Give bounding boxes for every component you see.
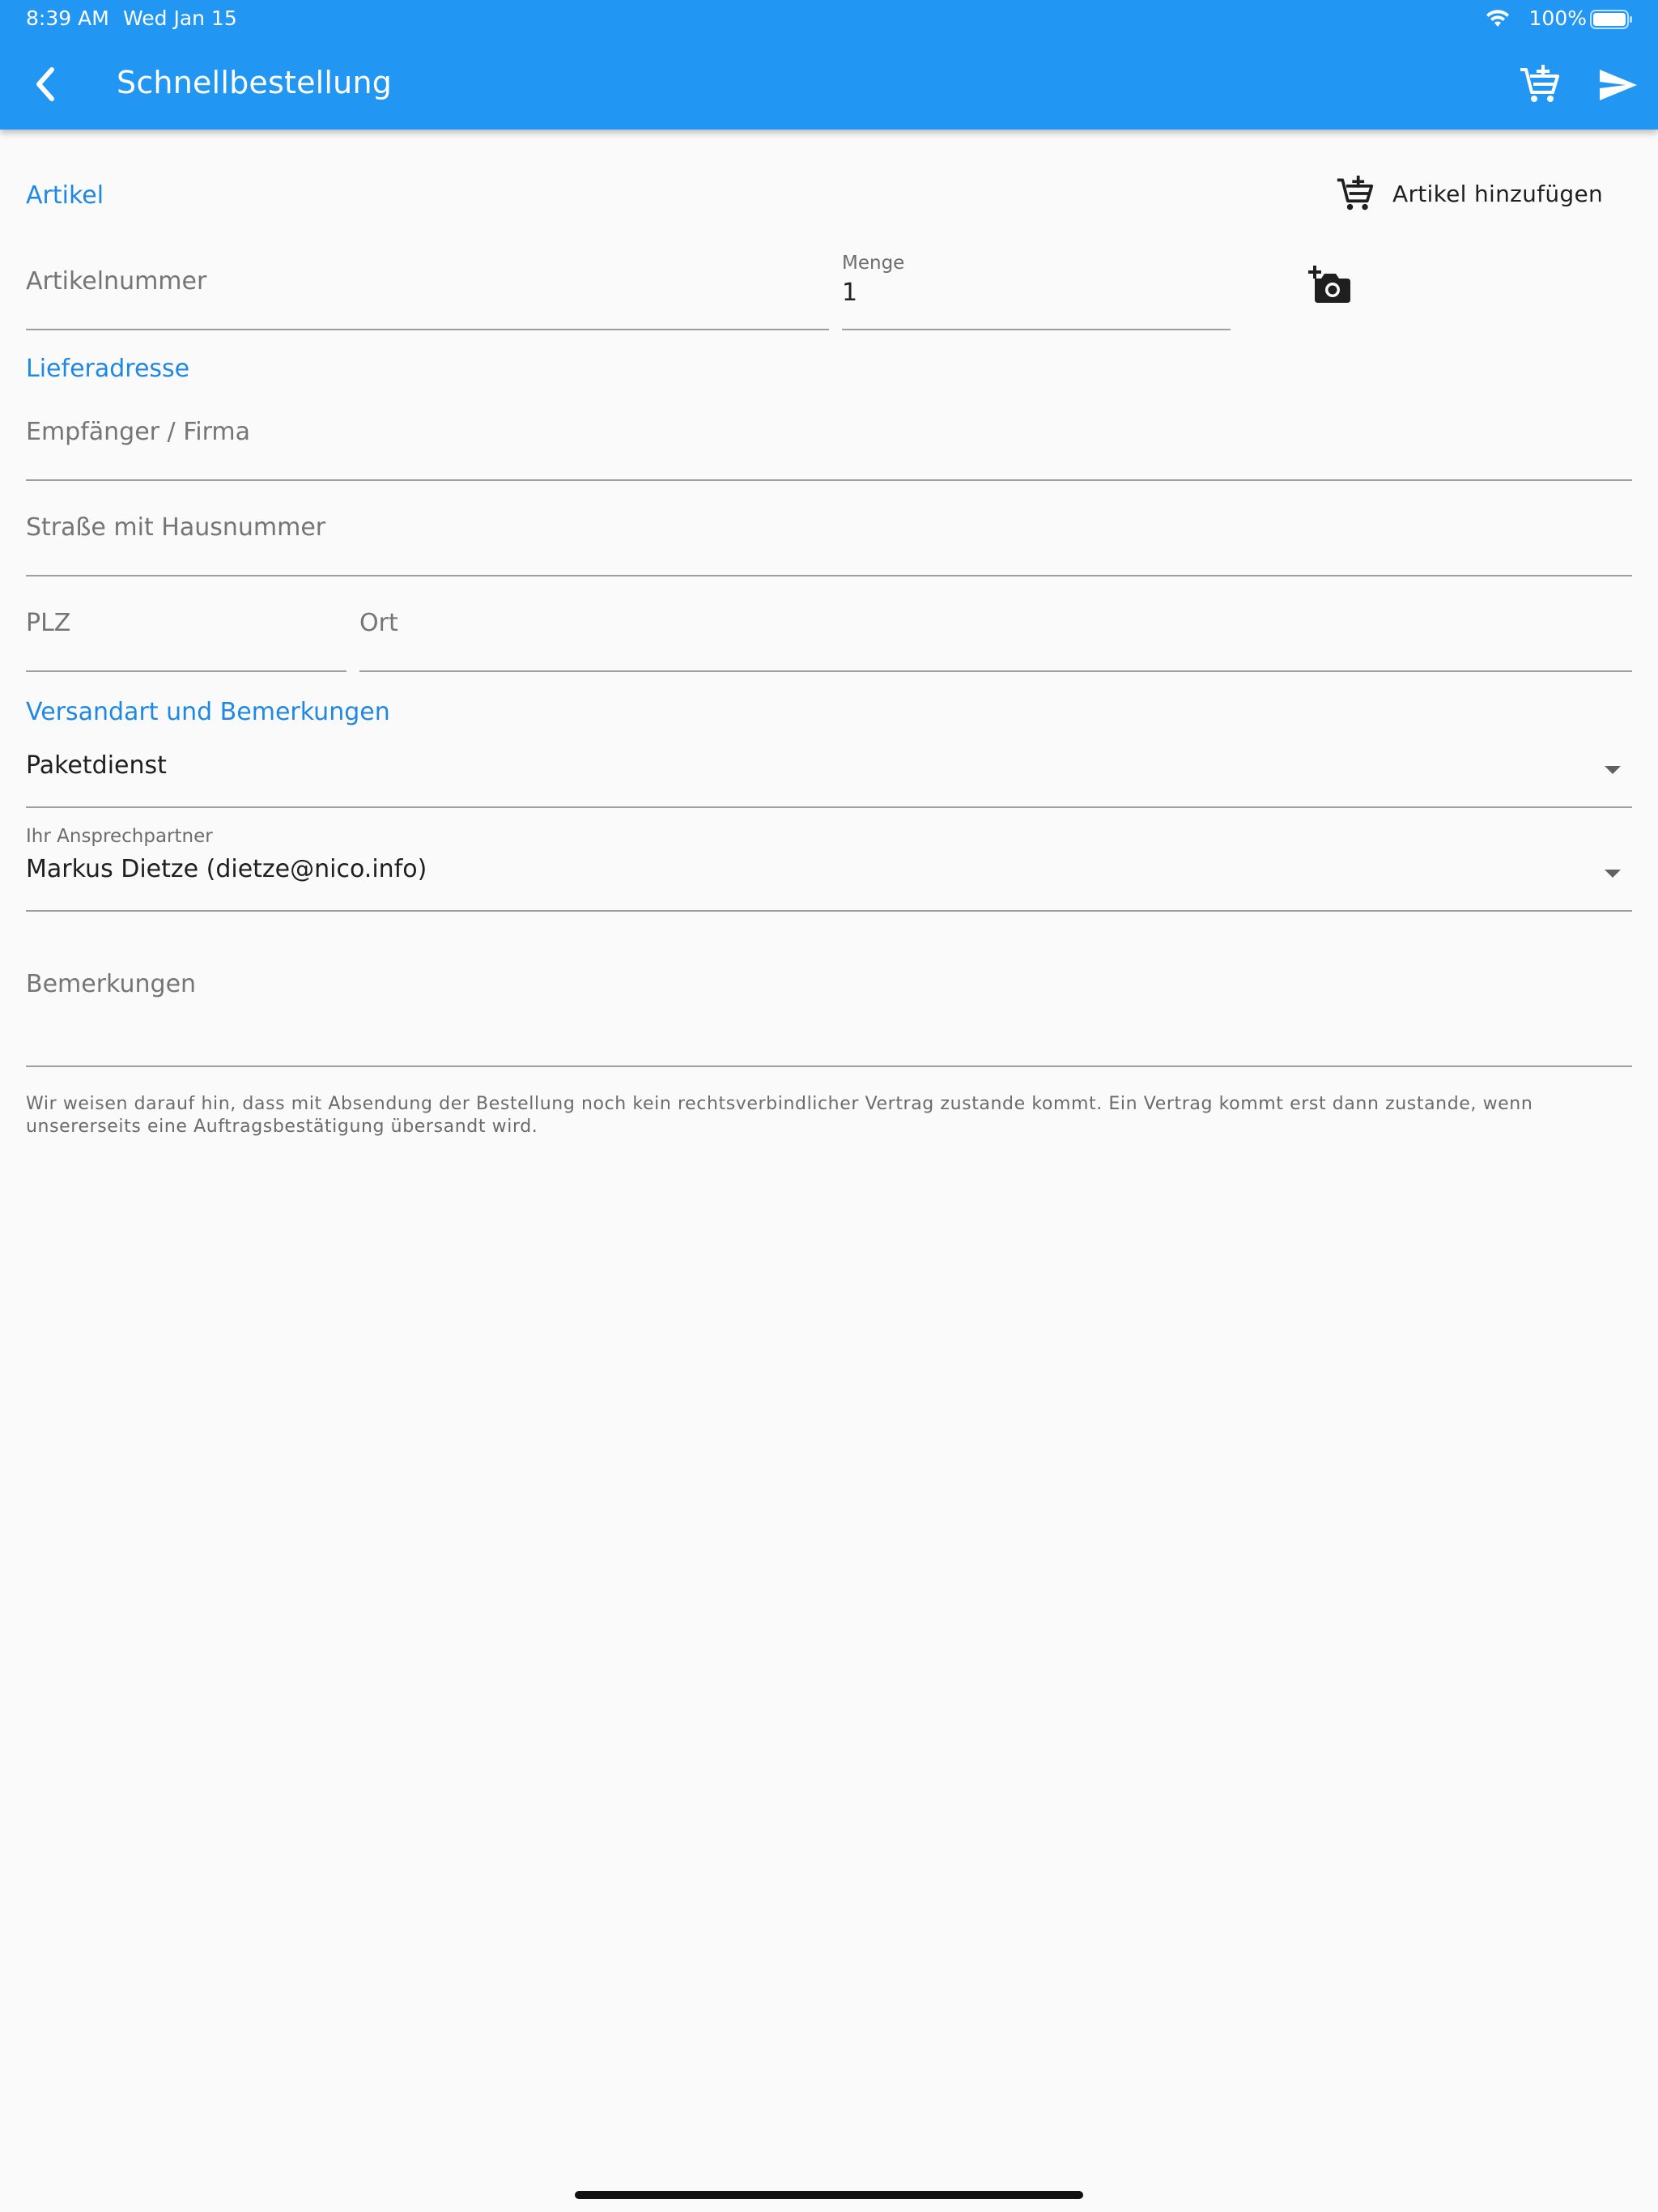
arrow-drop-down-icon [1605,870,1621,878]
arrow-drop-down-icon [1605,766,1621,774]
street-placeholder: Straße mit Hausnummer [26,513,326,542]
quantity-label: Menge [842,253,905,274]
recipient-field[interactable]: Empfänger / Firma [26,397,1632,481]
zip-placeholder: PLZ [26,609,71,637]
city-placeholder: Ort [359,609,398,637]
status-time: 8:39 AM [26,6,109,30]
quantity-field[interactable]: Menge 1 [842,243,1231,330]
add-camera-icon[interactable] [1308,264,1352,304]
contact-person-value: Markus Dietze (dietze@nico.info) [26,855,427,883]
legal-notice: Wir weisen darauf hin, dass mit Absendun… [26,1094,1533,1137]
wifi-icon [1486,10,1509,27]
add-article-button[interactable]: Artikel hinzufügen [1336,172,1619,215]
contact-person-label: Ihr Ansprechpartner [26,826,213,847]
battery-icon [1590,10,1632,29]
street-field[interactable]: Straße mit Hausnummer [26,492,1632,576]
article-number-placeholder: Artikelnummer [26,267,207,296]
home-indicator[interactable] [575,2191,1083,2199]
remarks-placeholder: Bemerkungen [26,970,197,998]
zip-field[interactable]: PLZ [26,588,346,672]
contact-person-dropdown[interactable]: Ihr Ansprechpartner Markus Dietze (dietz… [26,823,1632,912]
shipping-method-value: Paketdienst [26,751,167,780]
section-title-shipping: Versandart und Bemerkungen [26,698,390,726]
section-title-address: Lieferadresse [26,355,190,383]
app-bar: 8:39 AM Wed Jan 15 100% Schnellbestellun… [0,0,1658,130]
back-icon[interactable] [29,65,62,104]
status-date: Wed Jan 15 [123,6,237,30]
battery-percentage: 100% [1528,6,1587,30]
cart-plus-icon[interactable] [1519,65,1561,104]
city-field[interactable]: Ort [359,588,1632,672]
send-icon[interactable] [1598,68,1639,102]
article-number-field[interactable]: Artikelnummer [26,243,829,330]
shipping-method-dropdown[interactable]: Paketdienst [26,737,1632,808]
cart-plus-icon [1337,175,1374,211]
section-title-article: Artikel [26,181,104,210]
add-article-label: Artikel hinzufügen [1392,180,1604,207]
quantity-value: 1 [842,279,858,307]
recipient-placeholder: Empfänger / Firma [26,418,251,446]
remarks-field[interactable]: Bemerkungen [26,931,1632,1067]
page-title: Schnellbestellung [117,65,393,100]
